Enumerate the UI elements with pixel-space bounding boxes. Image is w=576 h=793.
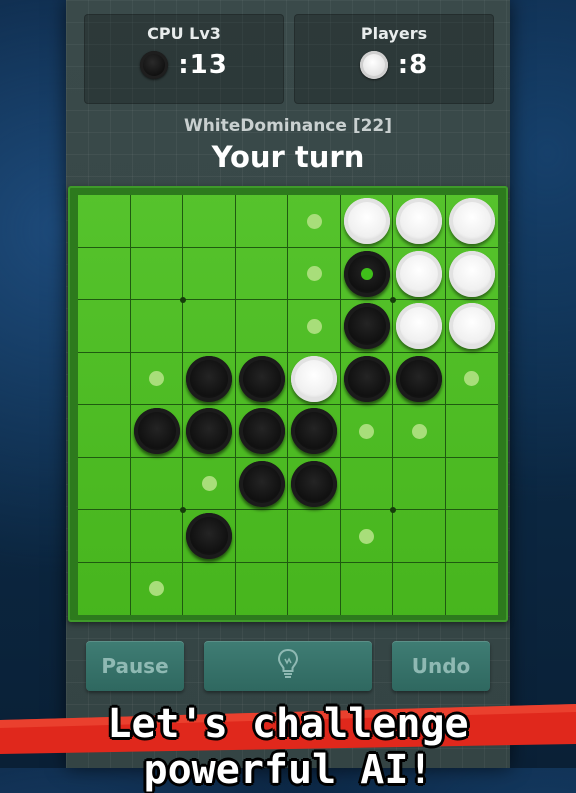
pause-button-label: Pause	[101, 654, 169, 678]
board-cell[interactable]	[235, 300, 288, 353]
players-name: Players	[360, 24, 428, 43]
board-cell[interactable]	[340, 457, 393, 510]
board-cell[interactable]	[341, 562, 393, 615]
black-disc-icon	[140, 51, 169, 79]
board-cell[interactable]	[130, 457, 183, 510]
white-disc	[343, 198, 390, 245]
move-hint-dot[interactable]	[306, 318, 322, 334]
board-cell[interactable]	[236, 562, 288, 615]
lightbulb-icon	[276, 647, 300, 686]
cpu-score: :13	[178, 50, 228, 80]
cpu-name: CPU Lv3	[147, 24, 221, 43]
board-cell[interactable]	[78, 195, 131, 248]
pause-button[interactable]: Pause	[86, 641, 184, 691]
board-star-point	[180, 297, 186, 303]
move-hint-dot[interactable]	[359, 528, 375, 544]
board-cell[interactable]	[78, 247, 131, 300]
board-star-point	[390, 507, 396, 513]
black-disc	[186, 355, 233, 402]
board-cell[interactable]	[78, 405, 131, 458]
board-cell[interactable]	[183, 247, 236, 300]
move-hint-dot[interactable]	[411, 423, 427, 439]
board-cell[interactable]	[445, 405, 498, 458]
board-cell[interactable]	[393, 562, 446, 615]
black-disc	[343, 250, 390, 297]
white-disc	[291, 355, 338, 402]
black-disc	[291, 460, 338, 507]
move-hint-dot[interactable]	[306, 213, 322, 229]
white-disc	[448, 250, 495, 297]
players-score-row: :8	[294, 50, 494, 80]
move-hint-dot[interactable]	[359, 423, 375, 439]
black-disc	[238, 355, 285, 402]
white-disc	[448, 198, 495, 245]
board-cell[interactable]	[445, 510, 498, 563]
board-cell[interactable]	[183, 300, 236, 353]
black-disc	[343, 355, 390, 402]
board-cell[interactable]	[78, 352, 131, 405]
board-cell[interactable]	[235, 247, 288, 300]
board-cell[interactable]	[130, 247, 183, 300]
board-cell[interactable]	[78, 300, 131, 353]
board-star-point	[390, 297, 396, 303]
move-hint-dot[interactable]	[306, 266, 322, 282]
board-cell[interactable]	[288, 562, 341, 615]
undo-button[interactable]: Undo	[392, 641, 490, 691]
board-cell[interactable]	[130, 195, 183, 248]
board-cell[interactable]	[78, 457, 131, 510]
hint-button[interactable]	[204, 641, 372, 691]
board-cell[interactable]	[235, 195, 288, 248]
board-cell[interactable]	[78, 510, 131, 563]
opponent-strategy-label: WhiteDominance [22]	[183, 116, 393, 136]
board-cell[interactable]	[130, 510, 183, 563]
white-disc	[396, 250, 443, 297]
white-disc	[448, 303, 495, 350]
board-cell[interactable]	[288, 510, 341, 563]
black-disc	[133, 408, 180, 455]
undo-button-label: Undo	[411, 654, 471, 678]
black-disc	[396, 355, 443, 402]
board-cell[interactable]	[393, 457, 446, 510]
board-cell[interactable]	[235, 510, 288, 563]
black-disc	[343, 303, 390, 350]
board-cell[interactable]	[445, 458, 498, 510]
cpu-score-row: :13	[84, 50, 284, 80]
promo-banner-text: Let's challenge powerful AI!	[107, 701, 469, 793]
cpu-score-box: CPU Lv3 :13	[84, 14, 284, 104]
board-cell[interactable]	[130, 300, 183, 353]
board-cell[interactable]	[183, 562, 236, 615]
board-star-point	[180, 507, 186, 513]
black-disc	[238, 460, 285, 507]
white-disc-icon	[359, 51, 388, 79]
board-cell[interactable]	[183, 195, 236, 248]
move-hint-dot[interactable]	[201, 476, 217, 492]
board-cell[interactable]	[393, 510, 446, 563]
black-disc	[238, 408, 285, 455]
board-cell[interactable]	[78, 562, 131, 615]
last-move-marker	[360, 267, 373, 280]
turn-indicator: Your turn	[211, 140, 365, 174]
othello-board	[78, 195, 498, 615]
board-cell[interactable]	[446, 563, 499, 616]
players-score-box: Players :8	[294, 14, 494, 104]
players-score: :8	[397, 50, 429, 80]
